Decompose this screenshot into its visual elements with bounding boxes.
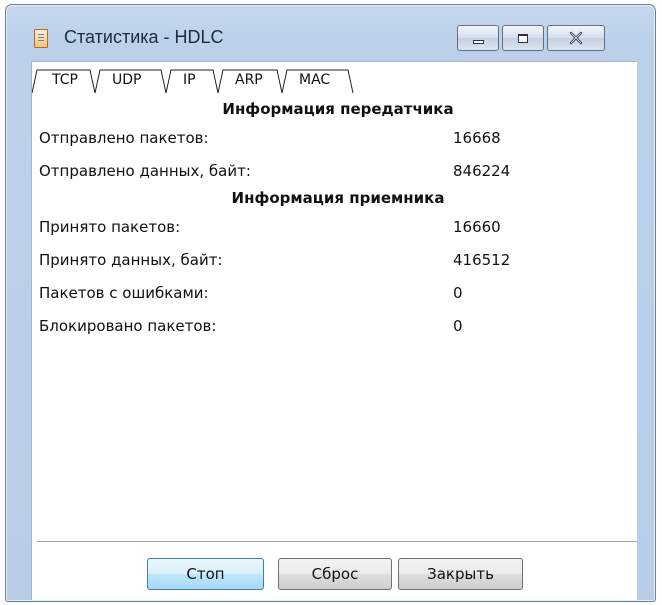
blocked-packets-value: 0 [453, 317, 463, 335]
minimize-icon [472, 40, 484, 44]
tab-arp[interactable]: ARP [235, 72, 263, 88]
received-bytes-label: Принято данных, байт: [39, 251, 223, 269]
tab-strip: TCP UDP IP ARP MAC [32, 62, 637, 94]
sent-packets-label: Отправлено пакетов: [39, 129, 209, 147]
document-icon [34, 29, 48, 48]
close-button[interactable]: Закрыть [398, 558, 523, 590]
sent-bytes-value: 846224 [453, 162, 511, 180]
transmitter-heading: Информация передатчика [222, 100, 454, 118]
received-packets-label: Принято пакетов: [39, 218, 181, 236]
button-divider [37, 541, 637, 543]
maximize-icon [518, 33, 528, 43]
tab-ip[interactable]: IP [183, 72, 196, 88]
blocked-packets-label: Блокировано пакетов: [39, 317, 217, 335]
title-bar[interactable]: Статистика - HDLC [6, 5, 655, 57]
tab-tcp[interactable]: TCP [52, 72, 78, 88]
sent-packets-value: 16668 [453, 129, 501, 147]
tab-mac[interactable]: MAC [299, 72, 330, 88]
stop-button[interactable]: Стоп [147, 558, 264, 590]
sent-bytes-label: Отправлено данных, байт: [39, 162, 251, 180]
received-bytes-value: 416512 [453, 251, 511, 269]
close-window-button[interactable] [547, 25, 605, 51]
error-packets-label: Пакетов с ошибками: [39, 284, 209, 302]
close-icon [568, 31, 584, 45]
tab-udp[interactable]: UDP [112, 72, 141, 88]
error-packets-value: 0 [453, 284, 463, 302]
maximize-button[interactable] [502, 25, 544, 51]
dialog-content: TCP UDP IP ARP MAC Информация передатчик… [31, 61, 637, 600]
minimize-button[interactable] [457, 25, 499, 51]
received-packets-value: 16660 [453, 218, 501, 236]
reset-button[interactable]: Сброс [278, 558, 392, 590]
window-title: Статистика - HDLC [64, 27, 224, 47]
receiver-heading: Информация приемника [231, 189, 445, 207]
